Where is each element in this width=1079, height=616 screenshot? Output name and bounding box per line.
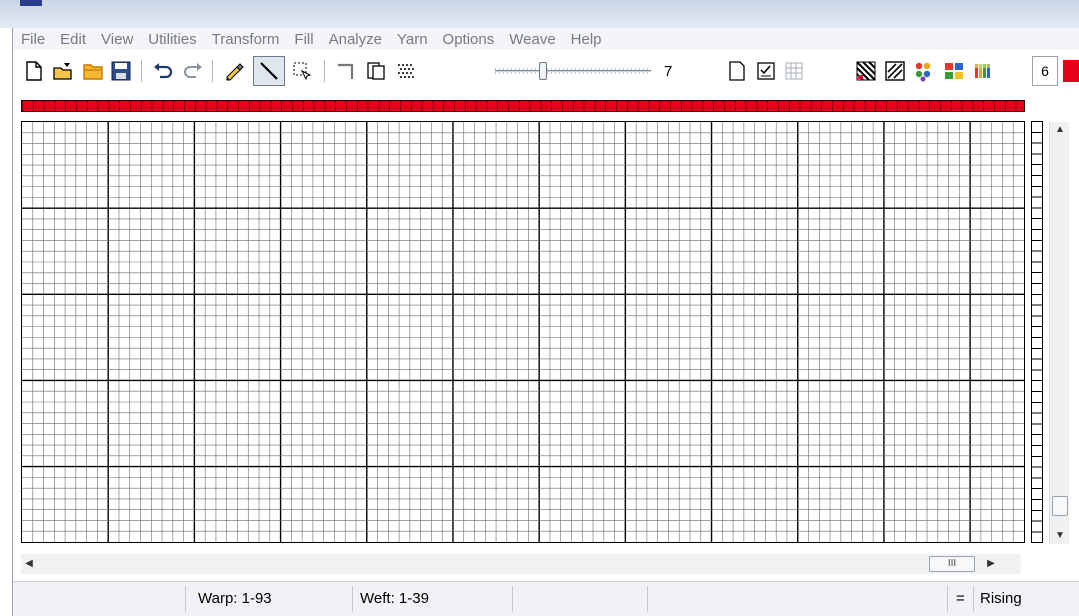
vertical-scrollbar[interactable]: ▲ ▼ <box>1049 122 1069 544</box>
menu-weave[interactable]: Weave <box>509 31 555 48</box>
corner-icon[interactable] <box>333 58 359 84</box>
status-empty-cell <box>648 586 948 612</box>
scroll-right-icon[interactable]: ▶ <box>983 554 999 574</box>
blank-page-icon[interactable] <box>724 58 750 84</box>
status-mode: Rising <box>980 590 1022 607</box>
slider-thumb[interactable] <box>539 62 548 80</box>
toolbar-separator <box>141 60 142 82</box>
color-stripes-icon[interactable] <box>970 58 996 84</box>
palette-icon[interactable] <box>911 58 937 84</box>
app-icon[interactable] <box>20 0 42 6</box>
vertical-scroll-thumb[interactable] <box>1052 496 1068 516</box>
pattern-a-icon[interactable] <box>853 58 879 84</box>
toolbar: 7 6 <box>13 52 1079 90</box>
grid-icon[interactable] <box>781 58 807 84</box>
warp-color-bar[interactable] <box>21 100 1025 112</box>
scroll-up-icon[interactable]: ▲ <box>1050 122 1070 138</box>
checklist-icon[interactable] <box>753 58 779 84</box>
status-bar: Warp: 1-93 Weft: 1-39 = Rising <box>13 581 1079 616</box>
color-grid-icon[interactable] <box>941 58 967 84</box>
zoom-slider[interactable] <box>495 62 651 80</box>
open-folder-icon[interactable] <box>80 58 106 84</box>
open-icon[interactable] <box>50 58 76 84</box>
status-warp: Warp: 1-93 <box>186 586 353 612</box>
pattern-b-icon[interactable] <box>882 58 908 84</box>
status-equals: = <box>948 586 974 612</box>
new-document-icon[interactable] <box>21 58 47 84</box>
horizontal-scrollbar[interactable]: ◀ III ▶ <box>21 554 1021 574</box>
slider-value: 7 <box>664 63 673 80</box>
redo-icon[interactable] <box>180 58 206 84</box>
app-window: File Edit View Utilities Transform Fill … <box>12 28 1079 616</box>
weave-pattern-icon[interactable] <box>393 58 419 84</box>
select-tool-icon[interactable] <box>289 58 315 84</box>
menu-fill[interactable]: Fill <box>294 31 313 48</box>
current-color-swatch[interactable] <box>1063 60 1079 82</box>
horizontal-scroll-thumb[interactable]: III <box>929 556 975 572</box>
menu-options[interactable]: Options <box>443 31 495 48</box>
copy-icon[interactable] <box>363 58 389 84</box>
line-tool-icon[interactable] <box>253 56 285 86</box>
menu-help[interactable]: Help <box>571 31 602 48</box>
status-empty-cell <box>513 586 648 612</box>
menu-yarn[interactable]: Yarn <box>397 31 428 48</box>
warp-color-cells <box>22 101 1024 111</box>
color-number-field[interactable]: 6 <box>1032 56 1058 86</box>
status-empty-cell <box>13 586 186 612</box>
menu-edit[interactable]: Edit <box>60 31 86 48</box>
toolbar-separator <box>212 60 213 82</box>
menu-transform[interactable]: Transform <box>212 31 280 48</box>
menu-bar: File Edit View Utilities Transform Fill … <box>13 28 1079 50</box>
status-weft: Weft: 1-39 <box>353 586 513 612</box>
pencil-icon[interactable] <box>222 58 248 84</box>
weave-grid[interactable] <box>21 121 1025 543</box>
undo-icon[interactable] <box>150 58 176 84</box>
menu-utilities[interactable]: Utilities <box>148 31 196 48</box>
slider-track <box>495 70 651 72</box>
menu-file[interactable]: File <box>21 31 45 48</box>
weft-color-strip[interactable] <box>1031 121 1043 543</box>
scroll-left-icon[interactable]: ◀ <box>21 554 37 574</box>
title-bar <box>0 0 1079 28</box>
menu-analyze[interactable]: Analyze <box>329 31 382 48</box>
menu-view[interactable]: View <box>101 31 133 48</box>
save-icon[interactable] <box>108 58 134 84</box>
toolbar-separator <box>324 60 325 82</box>
scroll-down-icon[interactable]: ▼ <box>1050 528 1070 544</box>
